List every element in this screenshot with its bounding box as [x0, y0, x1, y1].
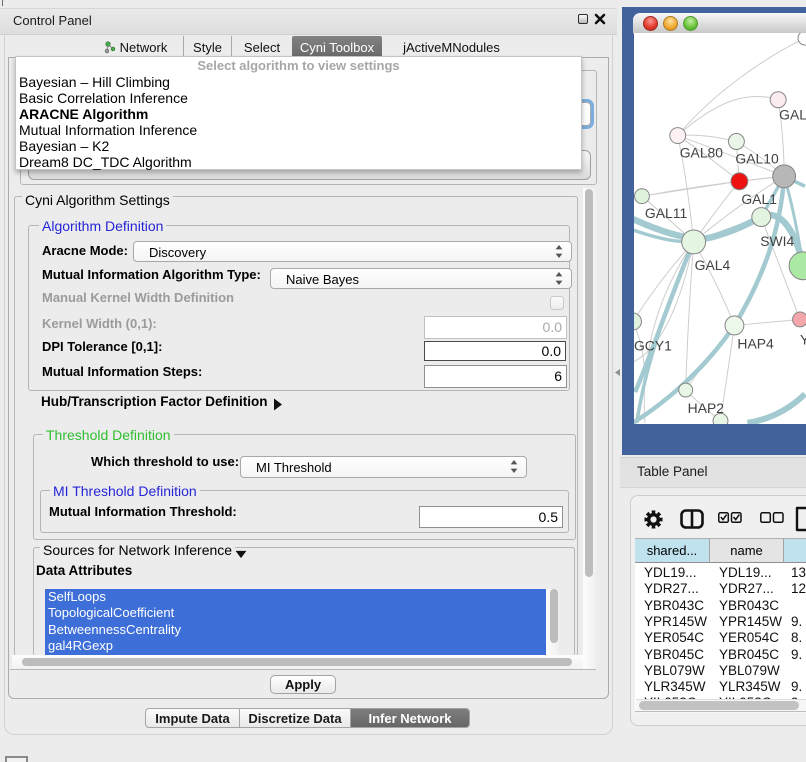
svg-text:GAL4: GAL4 [695, 257, 731, 273]
svg-text:GAL7: GAL7 [779, 107, 806, 123]
svg-text:HAP2: HAP2 [688, 400, 725, 416]
svg-text:SWI4: SWI4 [760, 233, 794, 249]
svg-text:GAL10: GAL10 [735, 150, 779, 166]
svg-text:GCY1: GCY1 [634, 337, 672, 353]
svg-text:GAL11: GAL11 [645, 205, 688, 221]
svg-text:GAL80: GAL80 [680, 144, 724, 160]
svg-text:GAL1: GAL1 [741, 191, 777, 207]
svg-text:HAP4: HAP4 [737, 335, 774, 351]
svg-text:Y: Y [800, 331, 806, 347]
